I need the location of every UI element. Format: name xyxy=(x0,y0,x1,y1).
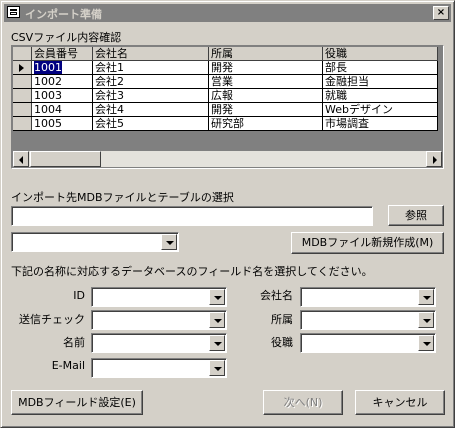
table-cell[interactable]: 1001 xyxy=(31,60,93,75)
chevron-down-icon xyxy=(214,296,222,300)
mdb-field-settings-button[interactable]: MDBフィールド設定(E) xyxy=(11,390,143,415)
field-label-affiliation: 所属 xyxy=(271,313,293,326)
id-field-select[interactable] xyxy=(91,287,227,307)
field-label-company: 会社名 xyxy=(260,289,293,302)
table-select-dropdown-button[interactable] xyxy=(161,234,177,250)
scroll-right-button[interactable] xyxy=(426,151,442,167)
table-cell[interactable]: 会社3 xyxy=(92,88,209,103)
table-cell[interactable]: 1005 xyxy=(31,116,93,131)
chevron-down-icon xyxy=(423,319,431,323)
position-field-dropdown-button[interactable] xyxy=(418,335,434,351)
csv-preview-grid[interactable]: 会員番号 会社名 所属 役職 1001 会社1 開発 部長 1002 会社2 営… xyxy=(11,45,444,169)
cancel-button[interactable]: キャンセル xyxy=(355,390,445,415)
chevron-down-icon xyxy=(423,296,431,300)
header-row: 会員番号 会社名 所属 役職 xyxy=(13,47,438,61)
table-cell[interactable]: 会社5 xyxy=(92,116,209,131)
affiliation-field-dropdown-button[interactable] xyxy=(418,312,434,328)
email-field-select[interactable] xyxy=(91,358,227,378)
table-cell[interactable]: 営業 xyxy=(208,74,323,89)
table-cell[interactable]: 開発 xyxy=(208,102,323,117)
selected-cell-text: 1001 xyxy=(34,61,62,74)
chevron-down-icon xyxy=(214,319,222,323)
arrow-left-icon xyxy=(19,156,23,164)
table-cell[interactable]: 会社2 xyxy=(92,74,209,89)
name-field-dropdown-button[interactable] xyxy=(209,335,225,351)
table-row[interactable]: 1003 会社3 広報 就職 xyxy=(13,88,438,103)
column-header[interactable]: 会員番号 xyxy=(31,47,93,61)
table-cell[interactable]: 広報 xyxy=(208,88,323,103)
table-cell[interactable]: 1004 xyxy=(31,102,93,117)
table-row[interactable]: 1001 会社1 開発 部長 xyxy=(13,60,438,75)
table-cell[interactable]: 研究部 xyxy=(208,116,323,131)
scroll-thumb[interactable] xyxy=(30,151,101,167)
mapping-instruction: 下記の名称に対応するデータベースのフィールド名を選択してください。 xyxy=(11,265,373,278)
id-field-dropdown-button[interactable] xyxy=(209,289,225,305)
column-header[interactable]: 会社名 xyxy=(92,47,209,61)
company-field-select[interactable] xyxy=(300,287,436,307)
csv-section-label: CSVファイル内容確認 xyxy=(11,31,122,44)
chevron-down-icon xyxy=(166,241,174,245)
send-check-field-dropdown-button[interactable] xyxy=(209,312,225,328)
chevron-down-icon xyxy=(214,342,222,346)
chevron-down-icon xyxy=(423,342,431,346)
close-button[interactable]: × xyxy=(433,6,449,20)
table-cell[interactable]: 1002 xyxy=(31,74,93,89)
table-cell[interactable]: 開発 xyxy=(208,60,323,75)
table-row[interactable]: 1002 会社2 営業 金融担当 xyxy=(13,74,438,89)
table-cell[interactable]: 市場調査 xyxy=(322,116,438,131)
app-window-icon xyxy=(7,6,20,18)
table-select[interactable] xyxy=(11,232,179,252)
chevron-down-icon xyxy=(214,367,222,371)
table-cell[interactable]: 1003 xyxy=(31,88,93,103)
horizontal-scrollbar[interactable] xyxy=(13,151,442,167)
title-bar: インポート準備 × xyxy=(4,4,451,22)
field-label-email: E-Mail xyxy=(51,359,85,372)
browse-button[interactable]: 参照 xyxy=(388,205,444,226)
field-label-position: 役職 xyxy=(271,336,293,349)
affiliation-field-select[interactable] xyxy=(300,310,436,330)
csv-table: 会員番号 会社名 所属 役職 1001 会社1 開発 部長 1002 会社2 営… xyxy=(13,47,438,131)
mdb-file-path-input[interactable] xyxy=(11,206,373,226)
table-row[interactable]: 1005 会社5 研究部 市場調査 xyxy=(13,116,438,131)
row-selector[interactable] xyxy=(13,60,32,75)
field-label-send-check: 送信チェック xyxy=(19,313,85,326)
table-cell[interactable]: 金融担当 xyxy=(322,74,438,89)
row-header-corner xyxy=(13,47,32,61)
table-cell[interactable]: 部長 xyxy=(322,60,438,75)
field-label-id: ID xyxy=(73,289,85,302)
current-row-pointer-icon xyxy=(19,64,24,72)
table-cell[interactable]: 会社4 xyxy=(92,102,209,117)
column-header[interactable]: 所属 xyxy=(208,47,323,61)
column-header[interactable]: 役職 xyxy=(322,47,438,61)
row-selector[interactable] xyxy=(13,102,32,117)
name-field-select[interactable] xyxy=(91,333,227,353)
scroll-left-button[interactable] xyxy=(13,151,29,167)
send-check-field-select[interactable] xyxy=(91,310,227,330)
table-cell[interactable]: 会社1 xyxy=(92,60,209,75)
import-dialog: インポート準備 × CSVファイル内容確認 会員番号 会社名 所属 役職 100… xyxy=(0,0,455,428)
company-field-dropdown-button[interactable] xyxy=(418,289,434,305)
mdb-section-label: インポート先MDBファイルとテーブルの選択 xyxy=(11,191,234,204)
arrow-right-icon xyxy=(433,156,437,164)
table-cell[interactable]: 就職 xyxy=(322,88,438,103)
row-selector[interactable] xyxy=(13,74,32,89)
row-selector[interactable] xyxy=(13,88,32,103)
new-mdb-file-button[interactable]: MDBファイル新規作成(M) xyxy=(291,232,444,254)
row-selector[interactable] xyxy=(13,116,32,131)
next-button[interactable]: 次へ(N) xyxy=(263,390,343,415)
position-field-select[interactable] xyxy=(300,333,436,353)
table-cell[interactable]: Webデザイン xyxy=(322,102,438,117)
field-label-name: 名前 xyxy=(63,336,85,349)
window-title: インポート準備 xyxy=(25,8,102,21)
email-field-dropdown-button[interactable] xyxy=(209,360,225,376)
table-row[interactable]: 1004 会社4 開発 Webデザイン xyxy=(13,102,438,117)
